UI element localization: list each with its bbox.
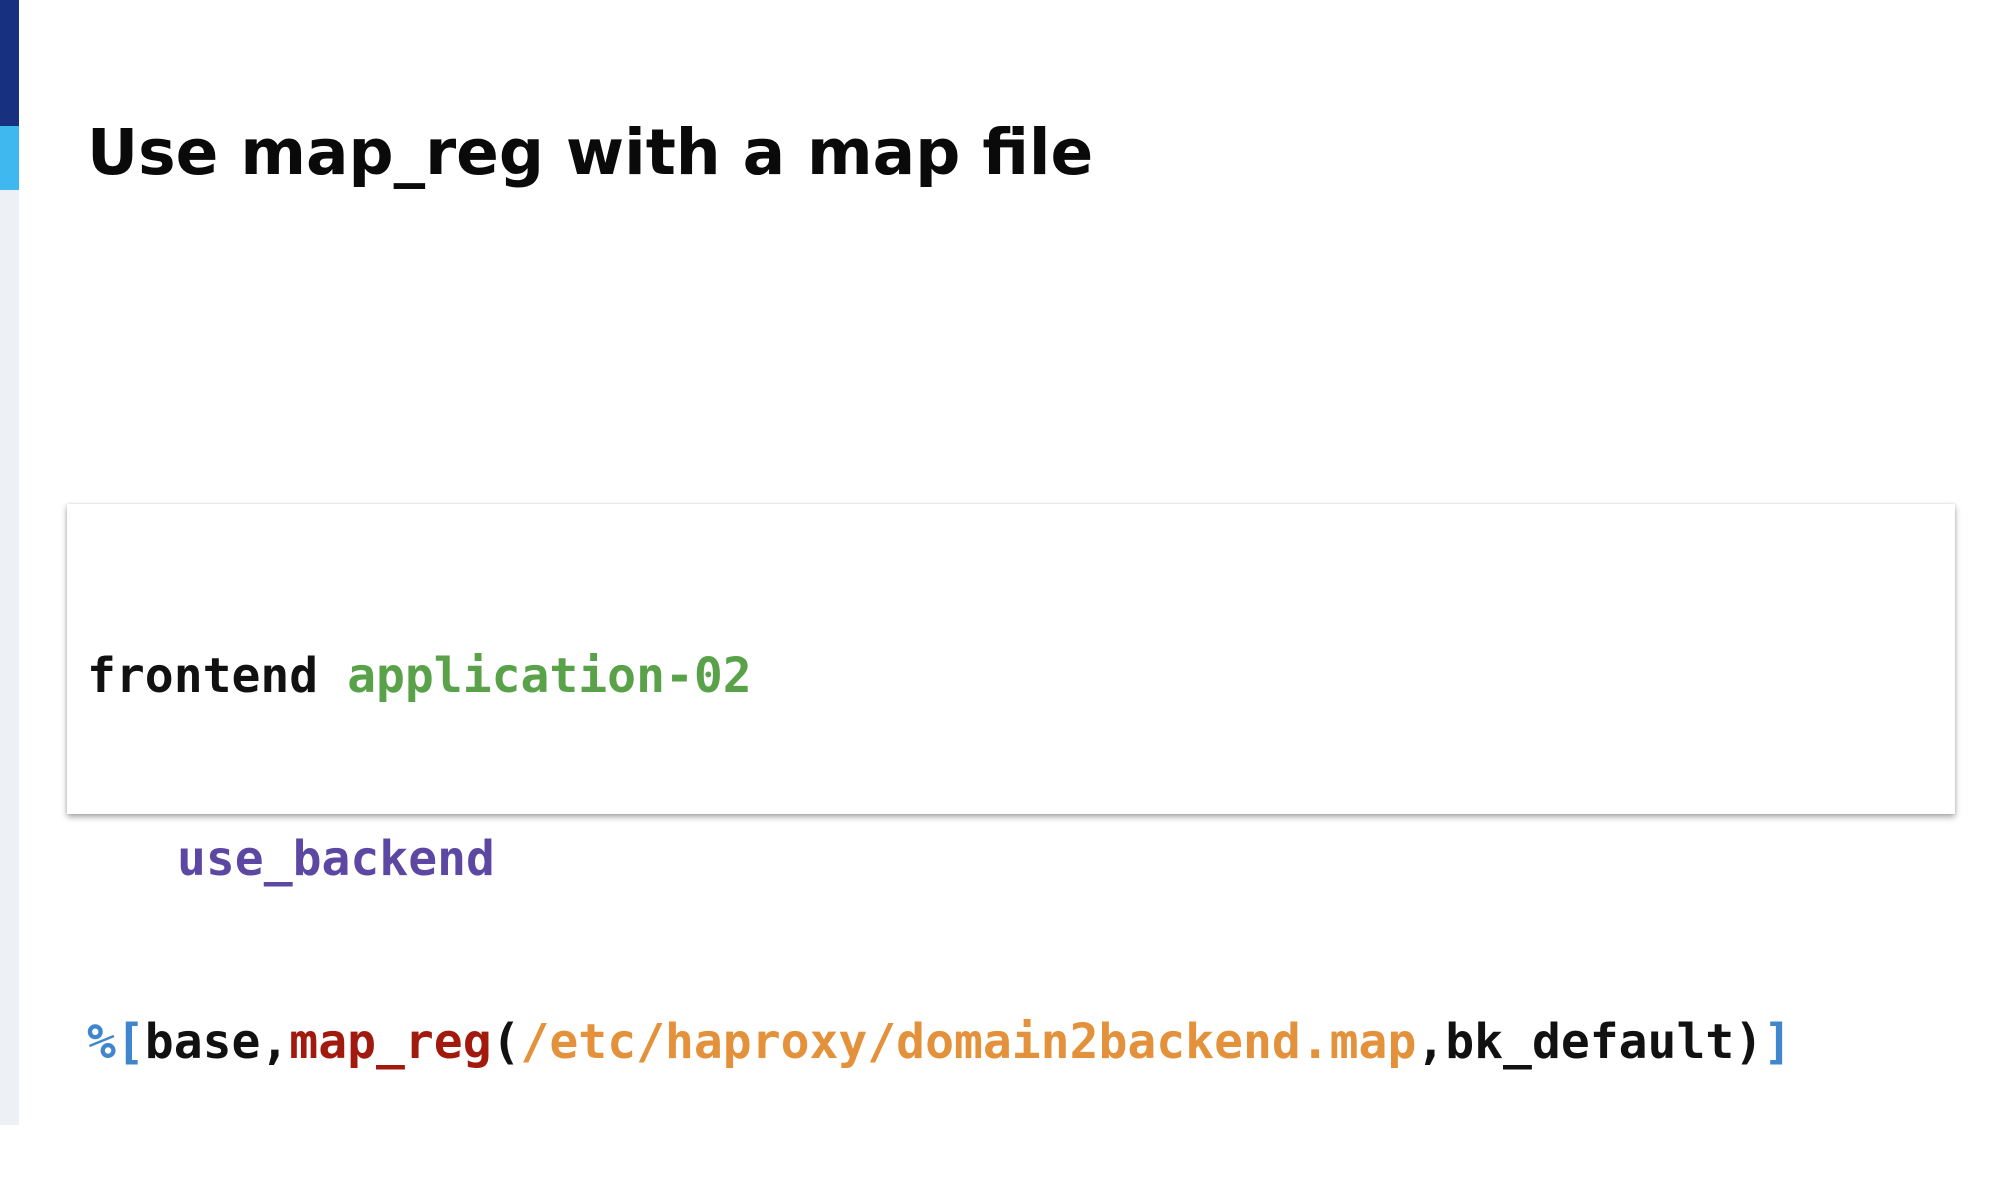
map-reg-converter: map_reg <box>289 1014 492 1070</box>
paren-open: ( <box>491 1014 521 1070</box>
accent-bar-dark <box>0 0 19 126</box>
expression-open-bracket: %[ <box>87 1014 145 1070</box>
code-lines: frontend application-02 use_backend %[ba… <box>87 524 1792 1195</box>
code-line-use-backend: use_backend <box>87 829 1792 890</box>
expression-close-bracket: ] <box>1763 1014 1793 1070</box>
code-block: frontend application-02 use_backend %[ba… <box>67 504 1955 1070</box>
left-accent-rail <box>0 0 19 1125</box>
frontend-name: application-02 <box>347 648 752 704</box>
accent-bar-light <box>0 126 19 190</box>
slide-title: Use map_reg with a map file <box>87 116 1094 189</box>
code-line-frontend: frontend application-02 <box>87 646 1792 707</box>
map-file-path: /etc/haproxy/domain2backend.map <box>520 1014 1417 1070</box>
fetch-base: base, <box>144 1014 290 1070</box>
frontend-keyword: frontend <box>87 648 319 704</box>
use-backend-directive: use_backend <box>177 831 495 887</box>
default-backend-arg: ,bk_default) <box>1416 1014 1764 1070</box>
code-line-expression: %[base,map_reg(/etc/haproxy/domain2backe… <box>87 1012 1792 1073</box>
